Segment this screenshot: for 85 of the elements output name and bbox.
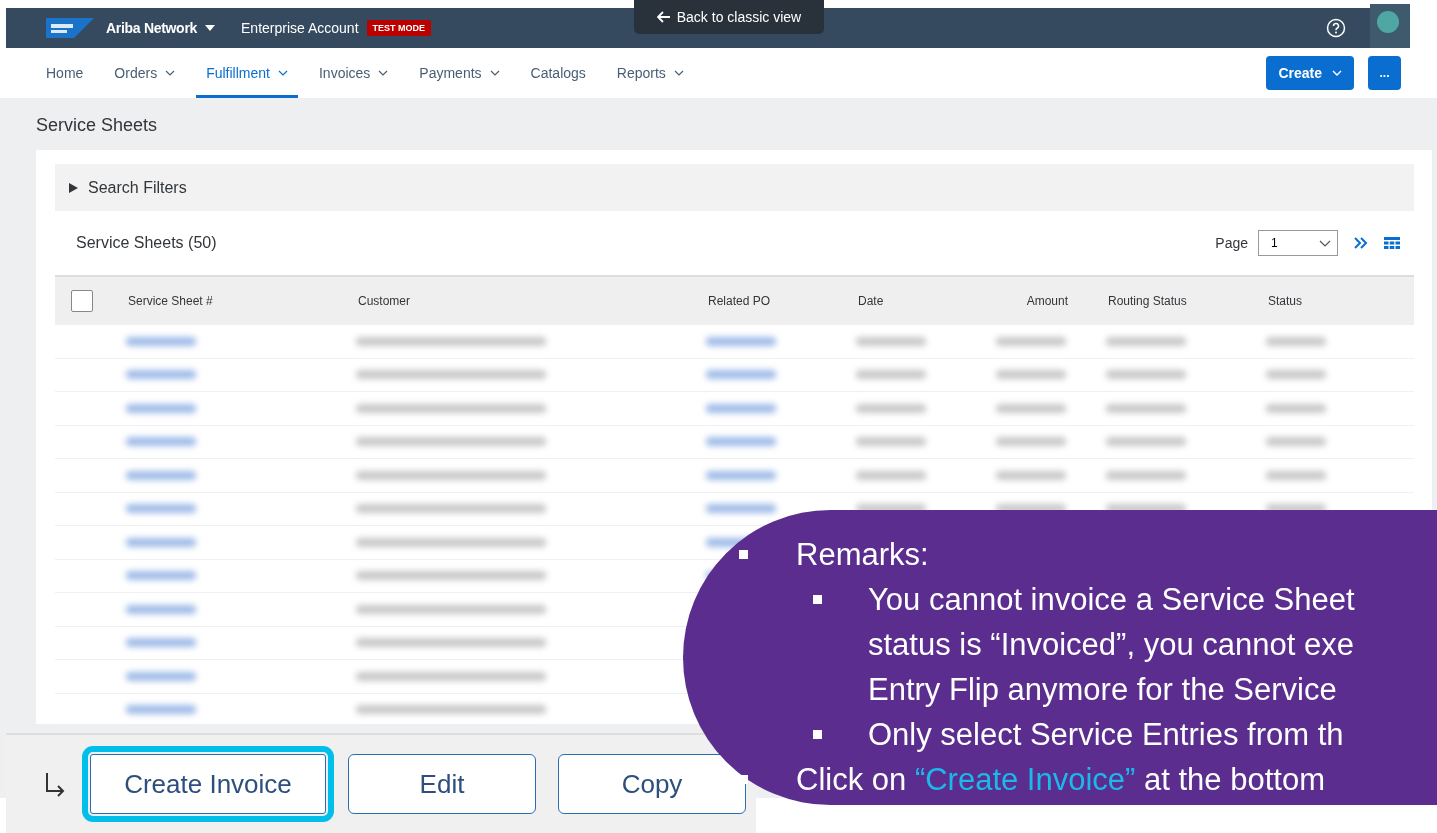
nav-tab[interactable]: Payments bbox=[409, 48, 510, 98]
action-button[interactable]: Edit bbox=[348, 754, 536, 814]
select-all-checkbox[interactable] bbox=[71, 290, 93, 312]
more-button[interactable]: ... bbox=[1368, 56, 1401, 90]
blurred-text bbox=[1266, 437, 1326, 447]
blurred-text bbox=[856, 403, 926, 413]
blurred-text bbox=[996, 336, 1066, 346]
blurred-text bbox=[706, 403, 776, 413]
search-filters-toggle[interactable]: Search Filters bbox=[55, 164, 1414, 211]
product-name[interactable]: Ariba Network bbox=[106, 20, 197, 36]
blurred-text bbox=[706, 370, 776, 380]
bullet-icon bbox=[739, 550, 748, 559]
column-header[interactable]: Amount bbox=[998, 294, 1108, 308]
callout-text: Remarks: bbox=[796, 536, 929, 573]
blurred-text bbox=[706, 437, 776, 447]
blurred-text bbox=[1266, 336, 1326, 346]
blurred-text bbox=[1266, 403, 1326, 413]
back-link[interactable]: Back to classic view bbox=[634, 0, 824, 34]
blurred-text bbox=[706, 470, 776, 480]
column-header[interactable]: Status bbox=[1268, 294, 1388, 308]
page-title: Service Sheets bbox=[36, 114, 159, 137]
column-header[interactable]: Customer bbox=[358, 294, 708, 308]
chevron-icon bbox=[165, 70, 176, 76]
column-header[interactable]: Date bbox=[858, 294, 998, 308]
bullet-icon bbox=[813, 595, 822, 604]
column-header[interactable]: Related PO bbox=[708, 294, 858, 308]
blurred-text bbox=[996, 403, 1066, 413]
blurred-text bbox=[856, 370, 926, 380]
bullet-icon bbox=[813, 730, 822, 739]
blurred-text bbox=[126, 537, 196, 547]
blurred-text bbox=[126, 470, 196, 480]
table-title: Service Sheets (50) bbox=[76, 234, 217, 252]
blurred-text bbox=[1266, 470, 1326, 480]
blurred-text bbox=[996, 437, 1066, 447]
blurred-text bbox=[706, 336, 776, 346]
avatar-icon[interactable] bbox=[1370, 4, 1410, 48]
action-button[interactable]: Copy bbox=[558, 754, 746, 814]
blurred-text bbox=[126, 671, 196, 681]
blurred-text bbox=[126, 403, 196, 413]
blurred-text bbox=[706, 504, 776, 514]
column-header[interactable]: Routing Status bbox=[1108, 294, 1268, 308]
chevron-icon bbox=[1319, 239, 1331, 247]
blurred-text bbox=[856, 336, 926, 346]
callout-text: Entry Flip anymore for the Service bbox=[868, 671, 1337, 708]
nav-tab[interactable]: Catalogs bbox=[520, 48, 596, 98]
blurred-text bbox=[126, 370, 196, 380]
column-header[interactable]: Service Sheet # bbox=[128, 294, 358, 308]
blurred-text bbox=[1266, 370, 1326, 380]
blurred-text bbox=[856, 470, 926, 480]
blurred-text bbox=[126, 336, 196, 346]
page-select[interactable]: 1 bbox=[1258, 230, 1338, 256]
nav-tab[interactable]: Invoices bbox=[308, 48, 399, 98]
blurred-text bbox=[126, 638, 196, 648]
blurred-text bbox=[996, 470, 1066, 480]
callout-text: status is “Invoiced”, you cannot exe bbox=[868, 626, 1354, 663]
blurred-text bbox=[126, 504, 196, 514]
page-label: Page bbox=[1215, 235, 1248, 251]
triangle-icon bbox=[69, 182, 78, 193]
arrow-left-icon bbox=[656, 11, 671, 23]
help-icon[interactable] bbox=[1326, 18, 1346, 38]
mode-badge: TEST MODE bbox=[366, 20, 432, 36]
caret-icon[interactable] bbox=[205, 25, 215, 31]
blurred-text bbox=[126, 705, 196, 715]
return-arrow-icon bbox=[44, 771, 66, 797]
blurred-text bbox=[996, 370, 1066, 380]
chevron-icon bbox=[277, 70, 288, 76]
chevron-icon bbox=[489, 70, 500, 76]
account-name: Enterprise Account bbox=[241, 20, 359, 36]
blurred-text bbox=[856, 437, 926, 447]
nav-tab[interactable]: Orders bbox=[104, 48, 186, 98]
nav-tab[interactable]: Reports bbox=[606, 48, 694, 98]
blurred-text bbox=[126, 571, 196, 581]
create-button[interactable]: Create bbox=[1266, 56, 1354, 90]
chevron-icon bbox=[378, 70, 389, 76]
blurred-text bbox=[126, 604, 196, 614]
nav-tab[interactable]: Home bbox=[36, 48, 94, 98]
logo-icon bbox=[46, 18, 94, 38]
chevron-icon bbox=[673, 70, 684, 76]
chevron-icon bbox=[1332, 70, 1342, 76]
callout-text: You cannot invoice a Service Sheet bbox=[868, 581, 1355, 618]
callout-text: Only select Service Entries from th bbox=[868, 716, 1344, 753]
callout-text: Click on “Create Invoice” at the bottom bbox=[796, 761, 1325, 798]
blurred-text bbox=[126, 437, 196, 447]
next-page-icon[interactable] bbox=[1354, 237, 1368, 249]
table-settings-icon[interactable] bbox=[1384, 237, 1400, 249]
